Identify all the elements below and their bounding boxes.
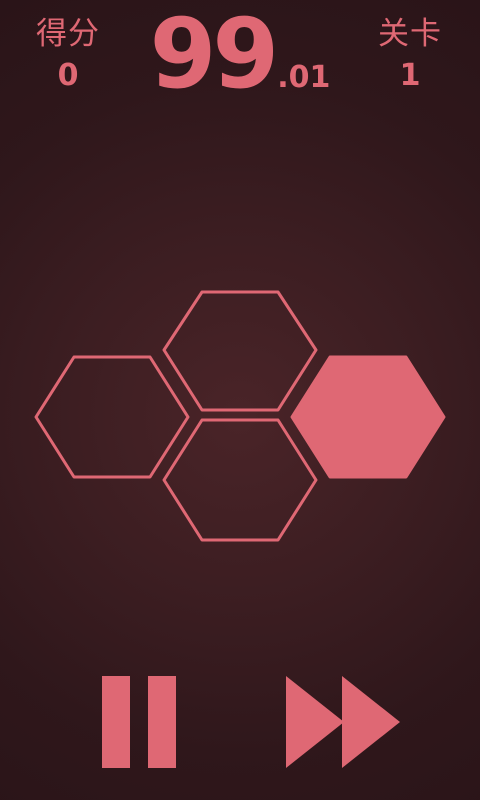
hex-tile-top[interactable] — [162, 290, 318, 412]
hex-tile-right[interactable] — [290, 355, 446, 479]
controls-bar — [0, 660, 480, 780]
hex-tile-bottom[interactable] — [162, 418, 318, 542]
fast-forward-icon — [286, 676, 400, 768]
fast-forward-button[interactable] — [282, 676, 404, 768]
hex-tile-left[interactable] — [34, 355, 190, 479]
pause-button[interactable] — [96, 676, 180, 768]
